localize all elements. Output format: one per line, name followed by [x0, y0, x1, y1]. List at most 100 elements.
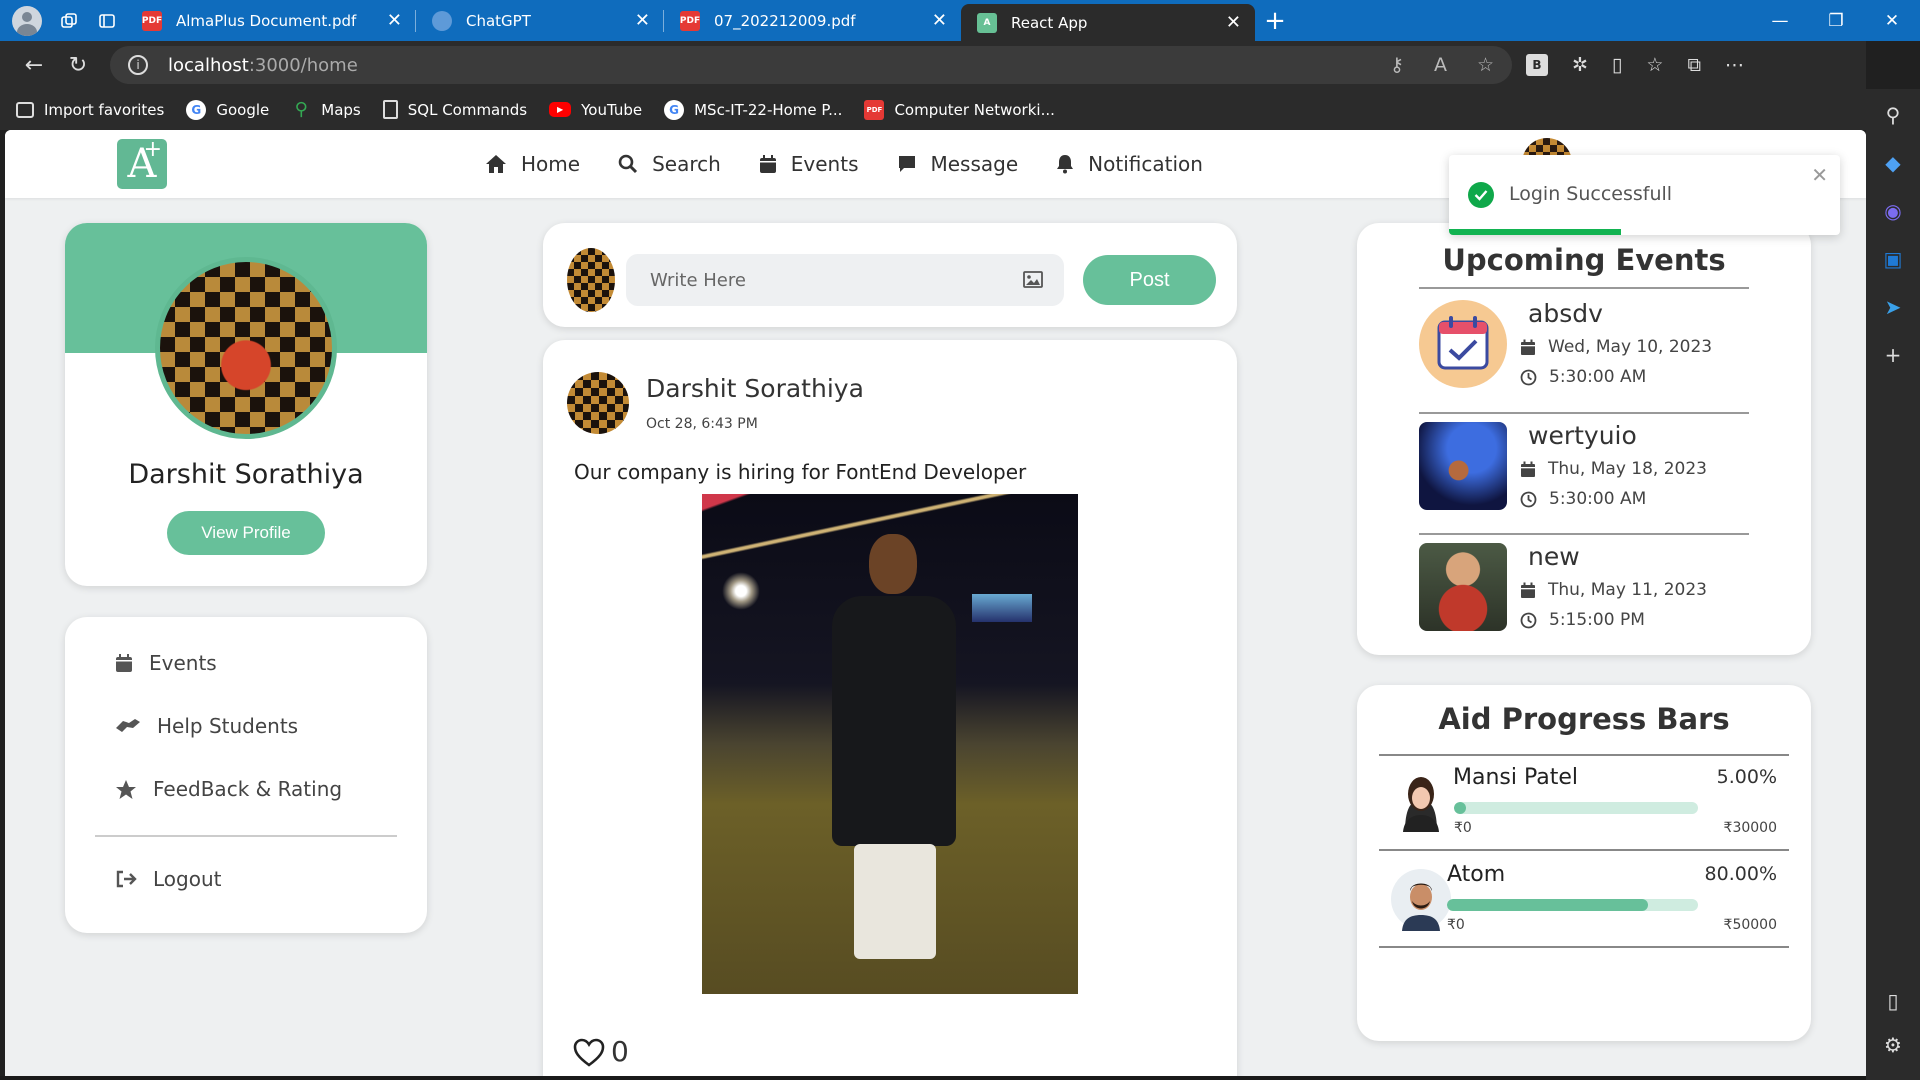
event-name[interactable]: new	[1528, 542, 1580, 571]
post-button[interactable]: Post	[1083, 255, 1216, 305]
toast-close-icon[interactable]: ✕	[1811, 163, 1828, 187]
browser-tab[interactable]: PDF AlmaPlus Document.pdf ✕	[126, 0, 416, 41]
favorite-msc[interactable]: G MSc-IT-22-Home P...	[664, 99, 843, 120]
nav-label: Search	[652, 152, 721, 176]
close-tab-icon[interactable]: ✕	[1226, 12, 1241, 33]
post-text-input[interactable]	[626, 254, 1064, 306]
browser-profile-avatar[interactable]	[12, 5, 42, 36]
aid-min-amount: ₹0	[1447, 917, 1465, 933]
event-thumbnail-calendar[interactable]	[1419, 300, 1507, 388]
event-thumbnail-photo[interactable]	[1419, 543, 1507, 631]
back-icon[interactable]: ←	[12, 53, 56, 78]
favorite-networking[interactable]: PDF Computer Networki...	[864, 99, 1055, 120]
split-screen-icon[interactable]: ▯	[1612, 54, 1622, 76]
events-title: Upcoming Events	[1442, 243, 1726, 277]
calendar-icon	[1521, 339, 1535, 355]
view-profile-button[interactable]: View Profile	[167, 511, 325, 555]
favorite-maps[interactable]: ⚲ Maps	[291, 99, 361, 120]
shopping-tag-icon[interactable]: ◆	[1879, 149, 1907, 177]
nav-events[interactable]: Events	[759, 152, 859, 176]
post-author[interactable]: Darshit Sorathiya	[646, 374, 864, 403]
favorites-icon[interactable]: ☆	[1646, 54, 1663, 76]
aid-min-amount: ₹0	[1454, 820, 1472, 836]
nav-message[interactable]: Message	[897, 152, 1018, 176]
favorite-youtube[interactable]: ▶ YouTube	[549, 101, 642, 119]
calendar-icon	[759, 155, 776, 173]
favorite-label: Import favorites	[44, 100, 165, 119]
event-date: Wed, May 10, 2023	[1520, 337, 1712, 357]
favorite-label: MSc-IT-22-Home P...	[694, 100, 843, 119]
like-count: 0	[611, 1035, 629, 1068]
side-menu-card: Events Help Students FeedBack & Rating L…	[65, 617, 427, 933]
aid-max-amount: ₹30000	[1723, 820, 1777, 836]
menu-item-feedback[interactable]: FeedBack & Rating	[115, 777, 342, 801]
settings-gear-icon[interactable]: ⚙	[1879, 1031, 1907, 1059]
post-text: Our company is hiring for FontEnd Develo…	[574, 460, 1027, 484]
favorite-star-icon[interactable]: ☆	[1477, 54, 1494, 76]
feed-post: Darshit Sorathiya Oct 28, 6:43 PM Our co…	[543, 340, 1237, 1076]
event-time-text: 5:15:00 PM	[1549, 610, 1645, 630]
close-window-icon[interactable]: ✕	[1864, 11, 1920, 31]
success-check-icon	[1468, 182, 1494, 208]
post-image[interactable]	[702, 494, 1078, 994]
nav-search[interactable]: Search	[618, 152, 721, 176]
image-upload-icon[interactable]	[1023, 271, 1043, 288]
menu-item-logout[interactable]: Logout	[115, 867, 221, 891]
aid-divider	[1379, 946, 1789, 948]
close-tab-icon[interactable]: ✕	[635, 10, 650, 31]
event-name[interactable]: absdv	[1528, 299, 1603, 328]
menu-label: FeedBack & Rating	[153, 777, 343, 801]
outlook-icon[interactable]: ▣	[1879, 245, 1907, 273]
more-menu-icon[interactable]: ⋯	[1725, 54, 1744, 76]
new-tab-button[interactable]: +	[1255, 6, 1295, 36]
browser-tab-active[interactable]: A React App ✕	[961, 4, 1255, 41]
extensions-icon[interactable]: ✲	[1572, 54, 1588, 76]
sidebar-search-icon[interactable]: ⚲	[1879, 101, 1907, 129]
favorite-label: YouTube	[581, 100, 643, 119]
nav-home[interactable]: Home	[485, 152, 580, 176]
nav-label: Events	[790, 152, 859, 176]
favorite-import[interactable]: Import favorites	[16, 101, 164, 119]
tab-actions-icon[interactable]	[88, 0, 126, 41]
menu-item-events[interactable]: Events	[115, 651, 217, 675]
copilot-app-icon[interactable]: ◉	[1879, 197, 1907, 225]
clock-icon	[1520, 612, 1537, 628]
site-info-icon[interactable]: i	[128, 55, 148, 75]
refresh-icon[interactable]: ↻	[56, 53, 100, 78]
event-time-text: 5:30:00 AM	[1549, 489, 1647, 509]
hide-sidebar-icon[interactable]: ▯	[1879, 987, 1907, 1015]
favorite-sql[interactable]: SQL Commands	[382, 100, 527, 119]
close-tab-icon[interactable]: ✕	[387, 10, 402, 31]
browser-tab[interactable]: ChatGPT ✕	[416, 0, 664, 41]
app-logo[interactable]: A +	[117, 137, 167, 189]
minimize-icon[interactable]: —	[1752, 11, 1808, 31]
aid-progress-card: Aid Progress Bars Mansi Patel 5.00% ₹0 ₹…	[1357, 685, 1811, 1041]
post-author-avatar[interactable]	[567, 372, 629, 434]
workspaces-icon[interactable]	[50, 0, 88, 41]
collections-icon[interactable]: ⧉	[1687, 54, 1701, 76]
event-thumbnail-music[interactable]	[1419, 422, 1507, 510]
toast-progress-bar	[1449, 229, 1622, 235]
read-aloud-icon[interactable]: A	[1434, 54, 1447, 76]
extension-b-icon[interactable]: B	[1526, 54, 1548, 76]
toast-message: Login Successfull	[1509, 183, 1673, 205]
favorite-google[interactable]: G Google	[186, 99, 269, 120]
telegram-icon[interactable]: ➤	[1879, 293, 1907, 321]
tab-title: React App	[1011, 13, 1088, 32]
star-icon	[116, 779, 136, 799]
heart-like-icon[interactable]	[573, 1038, 605, 1068]
aid-percent: 80.00%	[1704, 863, 1777, 885]
browser-tab[interactable]: PDF 07_202212009.pdf ✕	[664, 0, 961, 41]
menu-item-help-students[interactable]: Help Students	[115, 714, 298, 738]
login-toast: Login Successfull ✕	[1449, 155, 1840, 235]
youtube-icon: ▶	[549, 102, 572, 117]
clock-icon	[1520, 369, 1537, 385]
aid-divider	[1379, 754, 1789, 756]
close-tab-icon[interactable]: ✕	[932, 10, 947, 31]
event-name[interactable]: wertyuio	[1528, 421, 1637, 450]
restore-icon[interactable]: ❐	[1808, 11, 1864, 31]
add-sidebar-app-icon[interactable]: +	[1879, 341, 1907, 369]
nav-notification[interactable]: Notification	[1056, 152, 1203, 176]
address-bar[interactable]: i localhost:3000/home ⚷ A ☆	[110, 46, 1512, 84]
key-icon[interactable]: ⚷	[1390, 54, 1404, 76]
